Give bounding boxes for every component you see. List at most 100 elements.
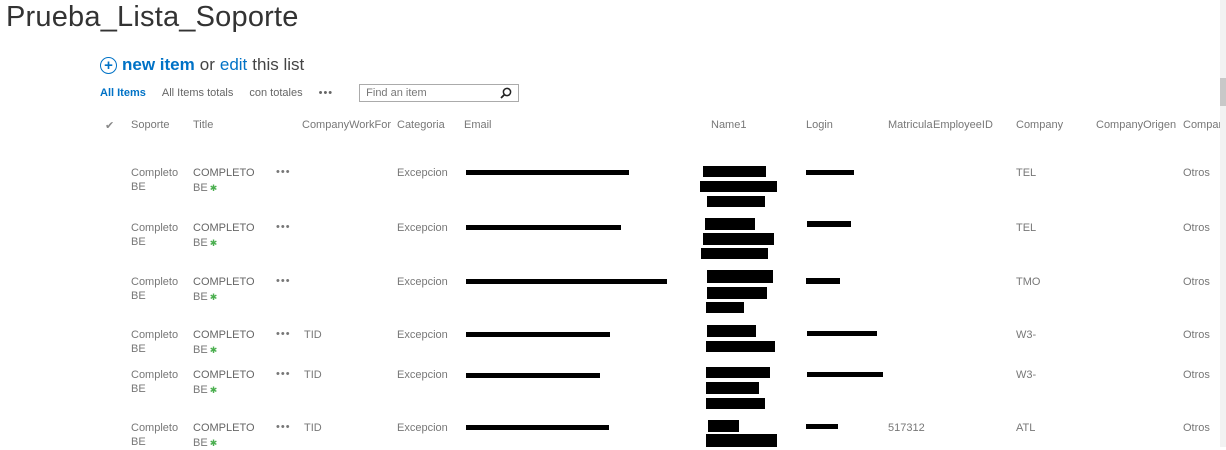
- cell-company: ATL: [1016, 422, 1036, 434]
- view-con-totales[interactable]: con totales: [249, 87, 302, 99]
- cell-soporte: Completo: [131, 369, 179, 381]
- col-company-2[interactable]: Company: [1183, 119, 1220, 131]
- redacted-login: [807, 221, 851, 227]
- cell-categoria: Excepcion: [397, 422, 448, 434]
- view-all-items-totals[interactable]: All Items totals: [162, 87, 234, 99]
- redacted-login: [807, 372, 883, 377]
- cell-companyworkfor: TID: [304, 369, 322, 381]
- cell-title: BE ✱: [193, 236, 217, 250]
- cell-title: BE ✱: [193, 181, 217, 195]
- new-item-sparkle-icon: ✱: [209, 183, 218, 193]
- redacted-name: [708, 420, 739, 432]
- cell-title-text: BE: [193, 344, 208, 356]
- cell-soporte: BE: [131, 290, 146, 302]
- cell-companyworkfor: TID: [304, 329, 322, 341]
- col-soporte[interactable]: Soporte: [131, 119, 170, 131]
- redacted-email: [466, 170, 629, 175]
- vertical-scrollbar[interactable]: [1220, 0, 1226, 447]
- redacted-email: [466, 373, 600, 378]
- cell-company-2: Otros: [1183, 222, 1210, 234]
- redacted-name: [703, 166, 766, 177]
- cell-companyworkfor: TID: [304, 422, 322, 434]
- cell-categoria: Excepcion: [397, 222, 448, 234]
- redacted-name: [706, 434, 777, 447]
- this-list-text: this list: [252, 55, 305, 74]
- view-switcher: All Items All Items totals con totales •…: [100, 84, 520, 102]
- edit-link[interactable]: edit: [220, 55, 247, 75]
- redacted-name: [701, 248, 768, 259]
- new-item-link[interactable]: new item: [122, 55, 195, 75]
- cell-company: TMO: [1016, 276, 1041, 288]
- cell-company-2: Otros: [1183, 422, 1210, 434]
- cell-title-text: BE: [193, 237, 208, 249]
- redacted-email: [466, 332, 610, 337]
- redacted-login: [807, 331, 877, 336]
- cell-title-text: BE: [193, 182, 208, 194]
- checkmark-icon[interactable]: ✔: [105, 119, 114, 132]
- redacted-email: [466, 225, 621, 230]
- col-matricula[interactable]: Matricula: [888, 119, 933, 131]
- cell-categoria: Excepcion: [397, 167, 448, 179]
- cell-title-link[interactable]: COMPLETO: [193, 166, 255, 180]
- view-all-items[interactable]: All Items: [100, 87, 146, 99]
- item-menu-button[interactable]: •••: [276, 275, 291, 287]
- cell-title: BE ✱: [193, 343, 217, 357]
- col-login[interactable]: Login: [806, 119, 833, 131]
- redacted-email: [466, 425, 609, 430]
- cell-soporte: Completo: [131, 276, 179, 288]
- cell-title: BE ✱: [193, 383, 217, 397]
- redacted-name: [707, 270, 773, 283]
- magnifier-icon[interactable]: [500, 87, 512, 99]
- cell-title-text: BE: [193, 384, 208, 396]
- item-menu-button[interactable]: •••: [276, 221, 291, 233]
- col-companyworkfor[interactable]: CompanyWorkFor: [302, 119, 391, 131]
- or-text: or: [199, 55, 215, 74]
- cell-soporte: Completo: [131, 222, 179, 234]
- redacted-name: [707, 196, 765, 207]
- cell-title-link[interactable]: COMPLETO: [193, 368, 255, 382]
- col-categoria[interactable]: Categoria: [397, 119, 445, 131]
- cell-soporte: Completo: [131, 329, 179, 341]
- page-title: Prueba_Lista_Soporte: [6, 1, 299, 33]
- cell-soporte: BE: [131, 181, 146, 193]
- cell-title-text: BE: [193, 291, 208, 303]
- item-menu-button[interactable]: •••: [276, 166, 291, 178]
- item-menu-button[interactable]: •••: [276, 328, 291, 340]
- cell-title-link[interactable]: COMPLETO: [193, 275, 255, 289]
- new-item-sparkle-icon: ✱: [209, 292, 218, 302]
- new-item-sparkle-icon: ✱: [209, 345, 218, 355]
- redacted-login: [806, 170, 854, 175]
- cell-title: BE ✱: [193, 436, 217, 450]
- col-email[interactable]: Email: [464, 119, 492, 131]
- col-companyorigen[interactable]: CompanyOrigen: [1096, 119, 1176, 131]
- cell-soporte: BE: [131, 343, 146, 355]
- redacted-name: [707, 325, 756, 337]
- search-box[interactable]: Find an item: [359, 84, 520, 102]
- cell-company-2: Otros: [1183, 329, 1210, 341]
- redacted-name: [706, 341, 775, 352]
- redacted-login: [806, 278, 840, 284]
- plus-circle-icon[interactable]: +: [100, 56, 117, 74]
- redacted-name: [703, 233, 774, 245]
- col-employeeid[interactable]: EmployeeID: [933, 119, 993, 131]
- col-title[interactable]: Title: [193, 119, 213, 131]
- cell-company-2: Otros: [1183, 369, 1210, 381]
- cell-soporte: BE: [131, 236, 146, 248]
- cell-title-link[interactable]: COMPLETO: [193, 221, 255, 235]
- cell-categoria: Excepcion: [397, 369, 448, 381]
- cell-company: TEL: [1016, 222, 1037, 234]
- col-company[interactable]: Company: [1016, 119, 1063, 131]
- item-menu-button[interactable]: •••: [276, 368, 291, 380]
- scrollbar-thumb[interactable]: [1220, 78, 1226, 106]
- item-menu-button[interactable]: •••: [276, 421, 291, 433]
- search-input[interactable]: Find an item: [366, 87, 427, 99]
- more-views-button[interactable]: •••: [319, 87, 334, 99]
- cell-title-link[interactable]: COMPLETO: [193, 421, 255, 435]
- cell-soporte: Completo: [131, 167, 179, 179]
- redacted-name: [707, 287, 767, 299]
- col-name1[interactable]: Name1: [711, 119, 746, 131]
- redacted-name: [706, 382, 759, 394]
- cell-company-2: Otros: [1183, 276, 1210, 288]
- redacted-name: [705, 218, 755, 230]
- cell-title-link[interactable]: COMPLETO: [193, 328, 255, 342]
